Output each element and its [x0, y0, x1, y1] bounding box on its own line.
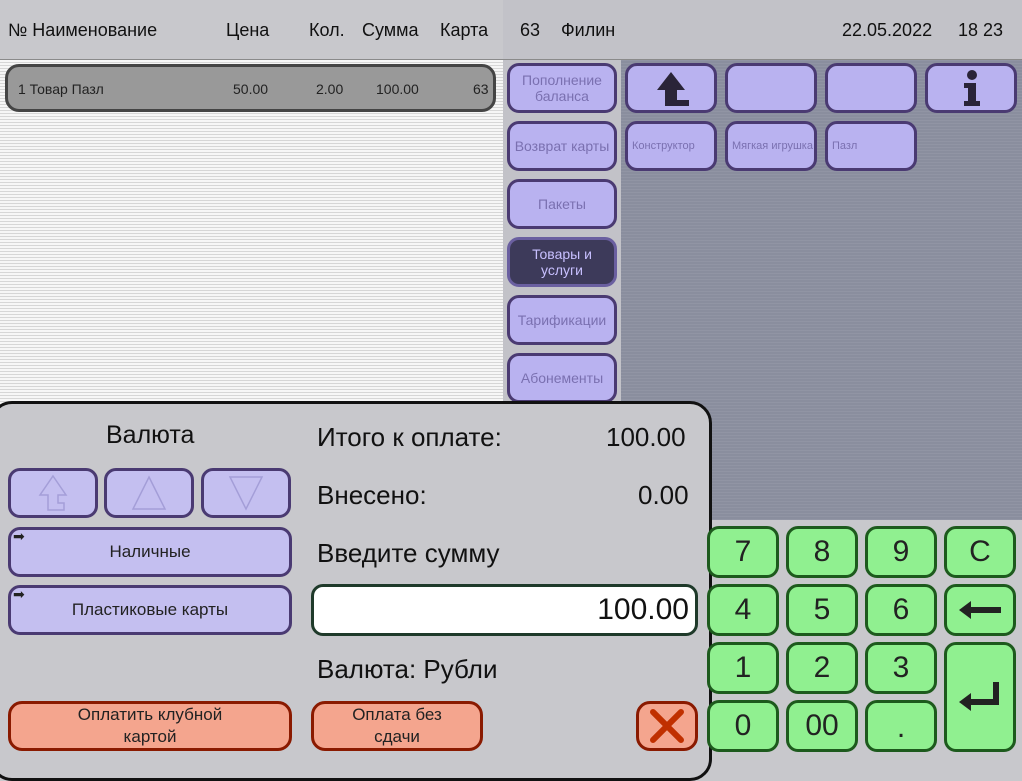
key-label: 0: [734, 709, 752, 742]
pay-no-change-button[interactable]: Оплата без сдачи: [311, 701, 483, 751]
currency-title: Валюта: [106, 421, 195, 449]
header-sum-column: Сумма: [362, 20, 419, 40]
key-7[interactable]: 7: [707, 526, 779, 578]
key-1[interactable]: 1: [707, 642, 779, 694]
order-line-sum: 100.00: [376, 81, 419, 97]
key-label: C: [969, 535, 991, 568]
header-name-column: № Наименование: [8, 20, 158, 40]
empty-button[interactable]: [725, 63, 817, 113]
pay-club-card-button[interactable]: Оплатить клубной картой: [8, 701, 292, 751]
enter-arrow-icon: [959, 682, 999, 711]
scroll-down-button[interactable]: [201, 468, 291, 518]
up-folder-icon: [657, 72, 689, 106]
up-arrow-icon: [131, 475, 167, 510]
amount-input[interactable]: [311, 584, 698, 636]
product-label: Пазл: [832, 140, 858, 152]
category-label: Возврат карты: [514, 138, 610, 154]
cashier-name: Филин: [561, 20, 616, 40]
key-label: 8: [813, 535, 831, 568]
product-soft-toy[interactable]: Мягкая игрушка: [725, 121, 817, 171]
key-label: 1: [734, 651, 752, 684]
time-display: 18 23: [958, 20, 1004, 40]
key-8[interactable]: 8: [786, 526, 858, 578]
category-packages[interactable]: Пакеты: [507, 179, 617, 229]
method-label: Пластиковые карты: [71, 600, 229, 619]
header-qty-column: Кол.: [309, 20, 345, 40]
header-price-column: Цена: [226, 20, 270, 40]
total-label: Итого к оплате:: [317, 422, 502, 452]
key-label: 7: [734, 535, 752, 568]
key-label: 9: [892, 535, 910, 568]
key-label: 3: [892, 651, 910, 684]
key-3[interactable]: 3: [865, 642, 937, 694]
category-label: Абонементы: [520, 370, 604, 386]
order-line-name: 1 Товар Пазл: [18, 81, 104, 97]
key-label: 5: [813, 593, 831, 626]
enter-amount-label: Введите сумму: [317, 538, 500, 568]
key-clear[interactable]: C: [944, 526, 1016, 578]
key-label: 4: [734, 593, 752, 626]
status-header: 63 Филин 22.05.2022 18 23: [503, 0, 1022, 60]
key-4[interactable]: 4: [707, 584, 779, 636]
info-button[interactable]: [925, 63, 1017, 113]
product-label: Мягкая игрушка: [732, 140, 813, 152]
key-9[interactable]: 9: [865, 526, 937, 578]
category-goods-services[interactable]: Товары и услуги: [507, 237, 617, 287]
order-row[interactable]: 1 Товар Пазл 50.00 2.00 100.00 63: [5, 64, 496, 112]
cancel-button[interactable]: [636, 701, 698, 751]
key-enter[interactable]: [944, 642, 1016, 752]
key-00[interactable]: 00: [786, 700, 858, 752]
category-subscriptions[interactable]: Абонементы: [507, 353, 617, 403]
header-card-column: Карта: [440, 20, 489, 40]
category-label: Пополнение баланса: [522, 72, 602, 104]
category-tariffs[interactable]: Тарификации: [507, 295, 617, 345]
product-label: Конструктор: [632, 140, 695, 152]
button-label: Оплата без сдачи: [352, 705, 442, 746]
close-icon: [650, 709, 684, 743]
key-0[interactable]: 0: [707, 700, 779, 752]
terminal-number: 63: [520, 20, 541, 40]
scroll-up-button[interactable]: [104, 468, 194, 518]
button-label: Оплатить клубной картой: [77, 705, 223, 746]
order-line-card: 63: [473, 81, 489, 97]
paid-label: Внесено:: [317, 480, 427, 510]
paid-value: 0.00: [638, 480, 689, 510]
category-label: Товары и услуги: [532, 246, 592, 278]
total-value: 100.00: [606, 422, 686, 452]
key-backspace[interactable]: [944, 584, 1016, 636]
date-display: 22.05.2022: [842, 20, 933, 40]
down-arrow-icon: [228, 476, 264, 511]
key-label: 6: [892, 593, 910, 626]
scroll-top-icon: [38, 474, 68, 511]
category-label: Тарификации: [517, 312, 607, 328]
key-label: 00: [805, 709, 839, 742]
folder-up-button[interactable]: [625, 63, 717, 113]
key-label: .: [896, 711, 906, 744]
currency-label: Валюта: Рубли: [317, 654, 498, 684]
cash-method-button[interactable]: ➡ Наличные: [8, 527, 292, 577]
key-decimal[interactable]: .: [865, 700, 937, 752]
category-card-return[interactable]: Возврат карты: [507, 121, 617, 171]
key-6[interactable]: 6: [865, 584, 937, 636]
category-balance-topup[interactable]: Пополнение баланса: [507, 63, 617, 113]
scroll-top-button[interactable]: [8, 468, 98, 518]
key-2[interactable]: 2: [786, 642, 858, 694]
order-line-qty: 2.00: [316, 81, 344, 97]
backspace-arrow-icon: [959, 601, 1001, 619]
card-method-button[interactable]: ➡ Пластиковые карты: [8, 585, 292, 635]
product-constructor[interactable]: Конструктор: [625, 121, 717, 171]
key-5[interactable]: 5: [786, 584, 858, 636]
product-puzzle[interactable]: Пазл: [825, 121, 917, 171]
category-label: Пакеты: [538, 196, 586, 212]
selected-arrow-icon: ➡: [13, 586, 25, 602]
key-label: 2: [813, 651, 831, 684]
empty-button[interactable]: [825, 63, 917, 113]
order-line-price: 50.00: [233, 81, 269, 97]
selected-arrow-icon: ➡: [13, 528, 25, 544]
info-icon: [964, 70, 980, 106]
method-label: Наличные: [109, 542, 191, 561]
order-header: № Наименование Цена Кол. Сумма Карта: [0, 0, 503, 60]
